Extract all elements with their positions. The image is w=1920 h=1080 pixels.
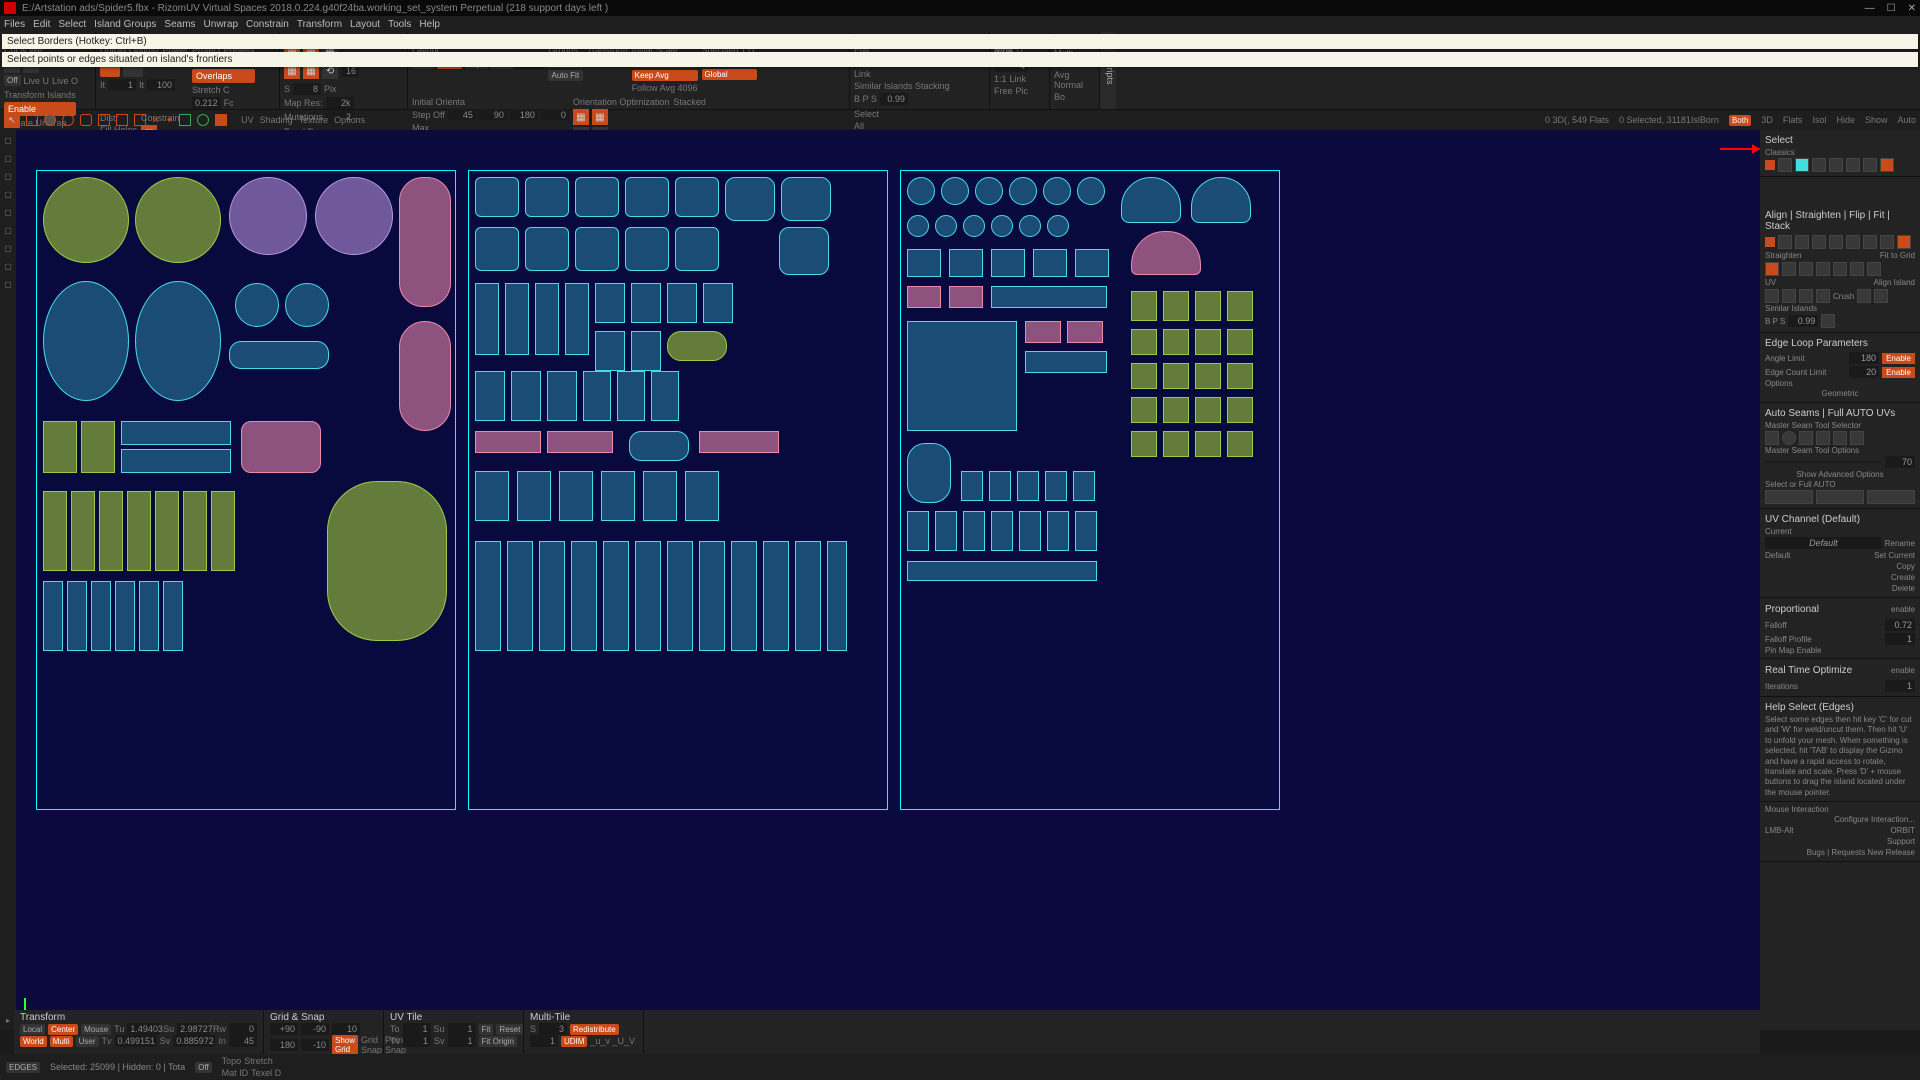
transform-panel-title: Transform — [20, 1012, 257, 1023]
uvchan-title: UV Channel (Default) — [1765, 512, 1915, 527]
mtile-panel-title: Multi-Tile — [530, 1012, 637, 1023]
help-title: Help Select (Edges) — [1765, 700, 1915, 715]
prop-title: Proportional — [1765, 602, 1819, 617]
shape-cube-icon[interactable] — [80, 114, 92, 126]
shape-circle-icon[interactable] — [44, 114, 56, 126]
lt-isol[interactable]: ▢ — [1, 276, 15, 292]
lt-defo[interactable]: ▢ — [1, 168, 15, 184]
menu-seams[interactable]: Seams — [164, 19, 195, 30]
sel-chip-1[interactable] — [1765, 160, 1775, 170]
menu-transform[interactable]: Transform — [297, 19, 342, 30]
close-icon[interactable]: ✕ — [1908, 3, 1916, 14]
lt-optio[interactable]: ▢ — [1, 204, 15, 220]
menu-help[interactable]: Help — [419, 19, 440, 30]
shape-7-icon[interactable] — [134, 114, 146, 126]
menu-layout[interactable]: Layout — [350, 19, 380, 30]
align-title: Align | Straighten | Flip | Fit | Stack — [1765, 208, 1915, 234]
edges-mode[interactable]: EDGES — [6, 1062, 40, 1073]
shape-6-icon[interactable] — [116, 114, 128, 126]
sel-chip-4[interactable] — [1812, 158, 1826, 172]
sel-chip-5[interactable] — [1829, 158, 1843, 172]
maximize-icon[interactable]: ☐ — [1887, 3, 1896, 14]
menu-island-groups[interactable]: Island Groups — [94, 19, 156, 30]
uv-tile-0 — [36, 170, 456, 810]
lt-displ[interactable]: ▢ — [1, 240, 15, 256]
transform-islands-label: Transform Islands — [4, 90, 76, 100]
uv-tile-2 — [900, 170, 1280, 810]
shape-9-icon[interactable] — [197, 114, 209, 126]
shape-square-icon[interactable] — [26, 114, 38, 126]
rto-title: Real Time Optimize — [1765, 663, 1852, 678]
select-title: Select — [1765, 133, 1915, 148]
sel-chip-2[interactable] — [1778, 158, 1792, 172]
minimize-icon[interactable]: — — [1865, 3, 1875, 14]
sel-chip-7[interactable] — [1863, 158, 1877, 172]
menu-unwrap[interactable]: Unwrap — [204, 19, 238, 30]
shape-8-icon[interactable] — [179, 114, 191, 126]
menu-tools[interactable]: Tools — [388, 19, 411, 30]
overlaps-button[interactable]: Overlaps — [192, 69, 255, 83]
selection-count: Selected: 25099 | Hidden: 0 | Tota — [50, 1062, 185, 1072]
lt-prim[interactable]: ▢ — [1, 132, 15, 148]
menu-files[interactable]: Files — [4, 19, 25, 30]
lt-ana[interactable]: ▢ — [1, 222, 15, 238]
uv-tile-1 — [468, 170, 888, 810]
left-toolbox: ▢ ▢ ▢ ▢ ▢ ▢ ▢ ▢ ▢ ▸ — [0, 130, 16, 1030]
oo-icon1[interactable]: ▦ — [573, 109, 589, 125]
menu-edit[interactable]: Edit — [33, 19, 50, 30]
autoseams-title: Auto Seams | Full AUTO UVs — [1765, 406, 1915, 421]
select-tool-icon[interactable]: ↖ — [4, 112, 20, 128]
shape-sphere-icon[interactable] — [62, 114, 74, 126]
sel-chip-6[interactable] — [1846, 158, 1860, 172]
lt-uv[interactable]: ▢ — [1, 258, 15, 274]
edgeloop-title: Edge Loop Parameters — [1765, 336, 1915, 351]
grid-panel-title: Grid & Snap — [270, 1012, 377, 1023]
off-button[interactable]: Off — [4, 75, 21, 86]
menu-select[interactable]: Select — [58, 19, 86, 30]
uvtile-panel-title: UV Tile — [390, 1012, 517, 1023]
menu-constrain[interactable]: Constrain — [246, 19, 289, 30]
uv-viewport[interactable] — [16, 130, 1760, 1030]
lt-grou[interactable]: ▢ — [1, 186, 15, 202]
right-panel: Select Classics Select Borders (Hotkey: … — [1760, 130, 1920, 1030]
shape-5-icon[interactable] — [98, 114, 110, 126]
window-title: E:/Artstation ads/Spider5.fbx - RizomUV … — [22, 3, 608, 14]
lt-mani[interactable]: ▢ — [1, 150, 15, 166]
oo-icon2[interactable]: ▦ — [592, 109, 608, 125]
shape-10-icon[interactable] — [215, 114, 227, 126]
sel-chip-8[interactable] — [1880, 158, 1894, 172]
lt-arrow-icon[interactable]: ▸ — [1, 1012, 15, 1028]
menu-bar: Files Edit Select Island Groups Seams Un… — [0, 16, 1920, 32]
sel-border-chip[interactable] — [1795, 158, 1809, 172]
app-icon — [4, 2, 16, 14]
